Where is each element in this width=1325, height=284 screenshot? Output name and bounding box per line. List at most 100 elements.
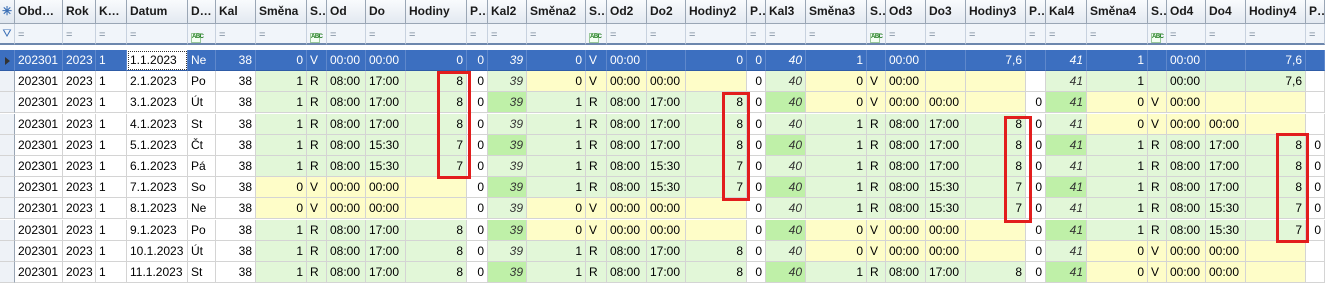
cell-do3[interactable]: 17:00 <box>926 134 966 156</box>
cell-kal3[interactable]: 40 <box>766 92 806 114</box>
equals-operator-icon[interactable]: = <box>929 29 935 41</box>
cell-p[interactable]: 0 <box>467 198 488 220</box>
cell-smena4[interactable]: 0 <box>1087 113 1148 135</box>
row-indicator[interactable] <box>0 198 15 220</box>
cell-od2[interactable]: 08:00 <box>607 92 647 114</box>
filter-cell-den[interactable]: ABC <box>188 24 216 45</box>
cell-hodiny3[interactable]: 8 <box>966 156 1026 177</box>
cell-kal2[interactable]: 39 <box>488 71 527 93</box>
cell-s2[interactable]: V <box>586 219 607 241</box>
cell-smena3[interactable]: 1 <box>806 198 867 220</box>
cell-hodiny[interactable] <box>406 198 467 220</box>
row-indicator[interactable] <box>0 113 15 135</box>
equals-operator-icon[interactable]: = <box>750 29 756 41</box>
cell-k[interactable]: 1 <box>96 113 127 135</box>
cell-s4[interactable]: R <box>1148 177 1167 199</box>
cell-rok[interactable]: 2023 <box>63 71 96 93</box>
cell-p3[interactable]: 0 <box>1026 240 1046 262</box>
equals-operator-icon[interactable]: = <box>689 29 695 41</box>
equals-operator-icon[interactable]: = <box>259 29 265 41</box>
column-header-k[interactable]: K… <box>96 0 127 24</box>
cell-s2[interactable]: R <box>586 262 607 283</box>
cell-od2[interactable]: 08:00 <box>607 240 647 262</box>
cell-od4[interactable]: 00:00 <box>1167 71 1206 93</box>
filter-cell-do3[interactable]: = <box>926 24 966 45</box>
cell-smena4[interactable]: 0 <box>1087 240 1148 262</box>
cell-od[interactable]: 08:00 <box>327 262 366 283</box>
cell-smena3[interactable]: 1 <box>806 113 867 135</box>
column-header-smena3[interactable]: Směna3 <box>806 0 867 24</box>
filter-cell-p2[interactable]: = <box>747 24 766 45</box>
cell-kal3[interactable]: 40 <box>766 50 806 71</box>
filter-cell-p[interactable]: = <box>467 24 488 45</box>
cell-smena[interactable]: 0 <box>256 50 307 71</box>
cell-p4[interactable] <box>1306 240 1325 262</box>
cell-hodiny2[interactable]: 8 <box>686 92 747 114</box>
cell-obdobi[interactable]: 202301 <box>15 177 63 199</box>
column-header-s2[interactable]: S… <box>586 0 607 24</box>
cell-kal2[interactable]: 39 <box>488 262 527 283</box>
cell-s[interactable]: R <box>307 113 327 135</box>
row-indicator[interactable] <box>0 71 15 93</box>
cell-od2[interactable]: 08:00 <box>607 262 647 283</box>
equals-operator-icon[interactable]: = <box>1170 29 1176 41</box>
row-indicator[interactable] <box>0 156 15 177</box>
cell-smena4[interactable]: 1 <box>1087 177 1148 199</box>
cell-smena4[interactable]: 1 <box>1087 219 1148 241</box>
cell-hodiny4[interactable]: 7,6 <box>1246 50 1306 71</box>
cell-p[interactable]: 0 <box>467 113 488 135</box>
cell-kal3[interactable]: 40 <box>766 198 806 220</box>
cell-s4[interactable]: V <box>1148 240 1167 262</box>
column-header-od[interactable]: Od <box>327 0 366 24</box>
cell-do2[interactable]: 17:00 <box>647 240 686 262</box>
cell-datum[interactable]: 11.1.2023 <box>127 262 188 283</box>
cell-s2[interactable]: R <box>586 134 607 156</box>
cell-od4[interactable]: 08:00 <box>1167 134 1206 156</box>
cell-smena3[interactable]: 0 <box>806 219 867 241</box>
column-header-kal3[interactable]: Kal3 <box>766 0 806 24</box>
cell-datum[interactable]: 4.1.2023 <box>127 113 188 135</box>
filter-cell-k[interactable]: = <box>96 24 127 45</box>
cell-s4[interactable]: R <box>1148 134 1167 156</box>
cell-do2[interactable]: 00:00 <box>647 71 686 93</box>
cell-kal3[interactable]: 40 <box>766 134 806 156</box>
cell-hodiny[interactable]: 8 <box>406 92 467 114</box>
cell-obdobi[interactable]: 202301 <box>15 219 63 241</box>
cell-hodiny2[interactable]: 7 <box>686 156 747 177</box>
abc-text-filter-icon[interactable]: ABC <box>870 33 883 43</box>
cell-den[interactable]: Pá <box>188 156 216 177</box>
cell-p4[interactable] <box>1306 71 1325 93</box>
cell-do[interactable]: 00:00 <box>366 50 406 71</box>
cell-kal3[interactable]: 40 <box>766 262 806 283</box>
cell-s4[interactable]: R <box>1148 198 1167 220</box>
cell-kal4[interactable]: 41 <box>1046 240 1087 262</box>
cell-od[interactable]: 08:00 <box>327 219 366 241</box>
cell-p4[interactable]: 0 <box>1306 156 1325 177</box>
column-header-od4[interactable]: Od4 <box>1167 0 1206 24</box>
cell-smena[interactable]: 1 <box>256 156 307 177</box>
cell-smena4[interactable]: 1 <box>1087 198 1148 220</box>
cell-do[interactable]: 00:00 <box>366 198 406 220</box>
cell-smena3[interactable]: 0 <box>806 240 867 262</box>
cell-hodiny4[interactable] <box>1246 113 1306 135</box>
cell-od3[interactable]: 08:00 <box>886 113 926 135</box>
cell-s[interactable]: R <box>307 262 327 283</box>
cell-od4[interactable]: 00:00 <box>1167 262 1206 283</box>
cell-p3[interactable]: 0 <box>1026 156 1046 177</box>
cell-s2[interactable]: V <box>586 50 607 71</box>
cell-s4[interactable] <box>1148 71 1167 93</box>
cell-smena4[interactable]: 1 <box>1087 50 1148 71</box>
cell-kal3[interactable]: 40 <box>766 113 806 135</box>
cell-s4[interactable]: R <box>1148 156 1167 177</box>
cell-hodiny4[interactable]: 8 <box>1246 156 1306 177</box>
column-header-smena2[interactable]: Směna2 <box>527 0 586 24</box>
equals-operator-icon[interactable]: = <box>99 29 105 41</box>
cell-hodiny3[interactable] <box>966 240 1026 262</box>
column-header-s3[interactable]: S… <box>867 0 886 24</box>
cell-do3[interactable]: 15:30 <box>926 198 966 220</box>
filter-cell-od4[interactable]: = <box>1167 24 1206 45</box>
cell-p[interactable]: 0 <box>467 177 488 199</box>
filter-cell-s2[interactable]: ABC <box>586 24 607 45</box>
cell-do4[interactable]: 00:00 <box>1206 113 1246 135</box>
column-header-kal[interactable]: Kal <box>216 0 256 24</box>
